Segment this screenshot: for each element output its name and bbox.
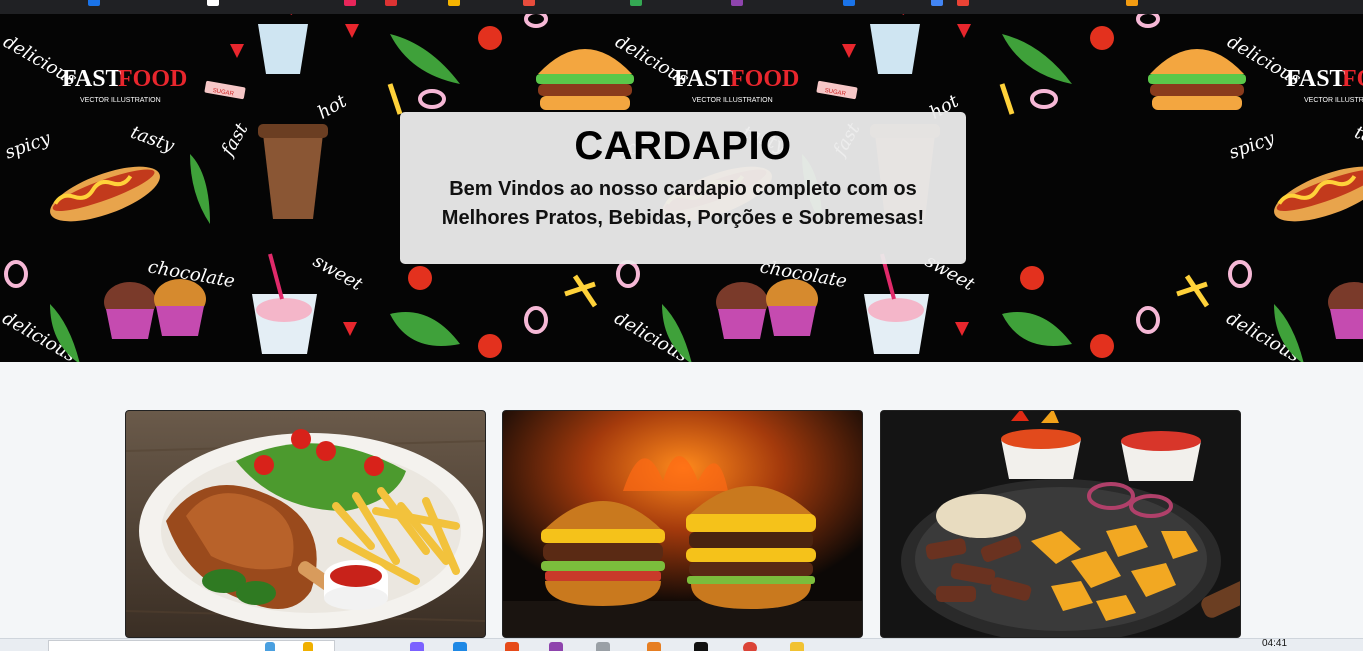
bookmark-icon[interactable] <box>843 0 855 6</box>
svg-text:sweet: sweet <box>309 250 366 295</box>
menu-card-skillet[interactable] <box>880 410 1241 638</box>
bookmark-icon[interactable] <box>957 0 969 6</box>
bookmark-icon[interactable] <box>448 0 460 6</box>
taskbar-app-icon[interactable] <box>303 642 313 651</box>
svg-text:VECTOR ILLUSTRATION: VECTOR ILLUSTRATION <box>80 97 161 104</box>
bookmark-icon[interactable] <box>523 0 535 6</box>
svg-text:fast: fast <box>216 119 253 161</box>
hero-subtitle: Bem Vindos ao nosso cardapio completo co… <box>441 178 925 229</box>
svg-text:spicy: spicy <box>2 128 54 164</box>
bookmark-icon[interactable] <box>1126 0 1138 6</box>
windows-taskbar: 04:41 <box>0 638 1363 651</box>
bookmark-icon[interactable] <box>207 0 219 6</box>
chicken-plate-image <box>126 411 485 637</box>
taskbar-app-icon[interactable] <box>453 642 467 651</box>
taskbar-search-box[interactable] <box>48 640 335 651</box>
taskbar-app-icon[interactable] <box>265 642 275 651</box>
skillet-beef-potatoes-image <box>881 411 1240 637</box>
taskbar-app-icon[interactable] <box>505 642 519 651</box>
page-title: CARDAPIO <box>574 124 792 168</box>
bookmark-icon[interactable] <box>630 0 642 6</box>
chrome-icon[interactable] <box>743 642 757 651</box>
bookmark-icon[interactable] <box>88 0 100 6</box>
browser-bookmarks-bar <box>0 0 1363 14</box>
hero-title-card: CARDAPIO Bem Vindos ao nosso cardapio co… <box>400 112 966 264</box>
svg-text:tasty: tasty <box>128 122 178 157</box>
menu-cards <box>125 410 1241 638</box>
taskbar-app-icon[interactable] <box>410 642 424 651</box>
svg-text:hot: hot <box>314 90 351 123</box>
menu-card-burgers[interactable] <box>502 410 863 638</box>
bookmark-icon[interactable] <box>344 0 356 6</box>
bookmark-icon[interactable] <box>931 0 943 6</box>
taskbar-app-icon[interactable] <box>647 642 661 651</box>
taskbar-app-icon[interactable] <box>596 642 610 651</box>
svg-text:delicious: delicious <box>0 31 80 90</box>
bookmark-icon[interactable] <box>731 0 743 6</box>
bookmark-icon[interactable] <box>385 0 397 6</box>
hero-banner: FAST FOOD VECTOR ILLUSTRATION delicious … <box>0 14 1363 362</box>
taskbar-app-icon[interactable] <box>790 642 804 651</box>
taskbar-clock[interactable]: 04:41 <box>1262 639 1287 649</box>
burgers-image <box>503 411 862 637</box>
menu-card-chicken[interactable] <box>125 410 486 638</box>
svg-text:FOOD: FOOD <box>118 66 187 92</box>
taskbar-app-icon[interactable] <box>549 642 563 651</box>
taskbar-app-icon[interactable] <box>694 642 708 651</box>
